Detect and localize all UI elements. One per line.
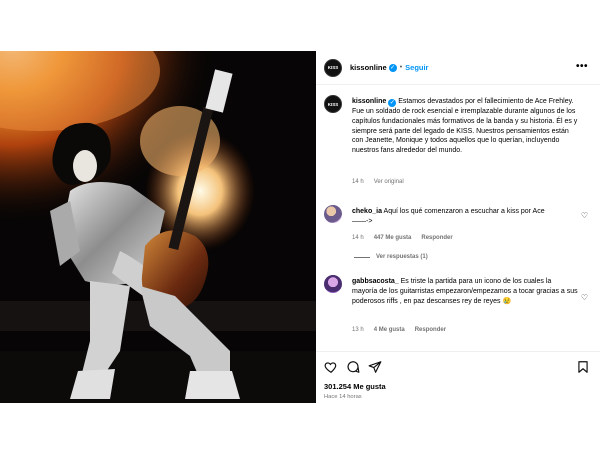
comment-avatar[interactable] bbox=[324, 205, 342, 223]
comment-item: cheko_ia Aquí los qué comenzaron a escuc… bbox=[324, 205, 592, 261]
like-comment-icon[interactable]: ♡ bbox=[581, 293, 588, 302]
comment-text: gabbsacosta_ Es triste la partida para u… bbox=[352, 277, 578, 306]
post-image[interactable] bbox=[0, 51, 316, 403]
caption-time: 14 h bbox=[352, 179, 364, 185]
comment-text: cheko_ia Aquí los qué comenzaron a escuc… bbox=[352, 207, 578, 227]
comment-username[interactable]: cheko_ia bbox=[352, 208, 382, 215]
comment-emoji: 😢 bbox=[502, 297, 512, 305]
likes-count[interactable]: 301.254 Me gusta bbox=[324, 382, 386, 391]
comment-time: 13 h bbox=[352, 327, 364, 333]
comment-time: 14 h bbox=[352, 235, 364, 241]
caption-text: kissonline ✓ Estamos devastados por el fa… bbox=[352, 97, 578, 156]
post-actions: 301.254 Me gusta Hace 14 horas bbox=[316, 351, 600, 403]
more-options-icon[interactable]: ••• bbox=[576, 61, 588, 72]
comments-list: KISS kissonline ✓ Estamos devastados por … bbox=[316, 85, 600, 371]
see-original-link[interactable]: Ver original bbox=[374, 179, 404, 185]
verified-badge-icon: ✓ bbox=[388, 99, 397, 107]
view-replies-button[interactable]: Ver respuestas (1) bbox=[354, 254, 428, 260]
like-comment-icon[interactable]: ♡ bbox=[581, 211, 588, 220]
post-time: Hace 14 horas bbox=[324, 394, 362, 400]
share-icon[interactable] bbox=[368, 360, 382, 374]
guitarist-photo bbox=[0, 51, 316, 403]
reply-button[interactable]: Responder bbox=[421, 235, 452, 241]
caption-body: Estamos devastados por el fallecimiento … bbox=[352, 98, 578, 155]
comment-body: Aquí los qué comenzaron a escuchar a kis… bbox=[383, 208, 545, 215]
reply-button[interactable]: Responder bbox=[415, 327, 446, 333]
caption: KISS kissonline ✓ Estamos devastados por … bbox=[324, 95, 592, 195]
like-icon[interactable] bbox=[324, 360, 338, 374]
view-replies-label[interactable]: Ver respuestas (1) bbox=[376, 254, 428, 260]
comment-meta: 13 h 4 Me gusta Responder bbox=[352, 327, 446, 333]
follow-button[interactable]: Seguir bbox=[405, 63, 428, 72]
verified-badge-icon: ✓ bbox=[388, 63, 397, 72]
comment-extra: ——-> bbox=[352, 217, 373, 225]
replies-line bbox=[354, 256, 370, 258]
comment-meta: 14 h 447 Me gusta Responder bbox=[352, 235, 453, 241]
comment-username[interactable]: gabbsacosta_ bbox=[352, 278, 399, 285]
comment-item: gabbsacosta_ Es triste la partida para u… bbox=[324, 275, 592, 345]
caption-username[interactable]: kissonline bbox=[352, 98, 386, 105]
caption-meta: 14 h Ver original bbox=[352, 179, 404, 185]
action-icons bbox=[324, 360, 382, 374]
post-header: KISS kissonline ✓ • Seguir ••• bbox=[316, 51, 600, 85]
caption-avatar[interactable]: KISS bbox=[324, 95, 342, 113]
post-side-panel: KISS kissonline ✓ • Seguir ••• KISS kiss… bbox=[316, 51, 600, 403]
post-container: KISS kissonline ✓ • Seguir ••• KISS kiss… bbox=[0, 51, 600, 403]
comment-likes[interactable]: 447 Me gusta bbox=[374, 235, 412, 241]
avatar[interactable]: KISS bbox=[324, 58, 342, 77]
username[interactable]: kissonline bbox=[350, 63, 387, 72]
comment-avatar[interactable] bbox=[324, 275, 342, 293]
comment-likes[interactable]: 4 Me gusta bbox=[374, 327, 405, 333]
bookmark-icon[interactable] bbox=[576, 360, 590, 374]
separator: • bbox=[399, 64, 403, 71]
comment-icon[interactable] bbox=[346, 360, 360, 374]
